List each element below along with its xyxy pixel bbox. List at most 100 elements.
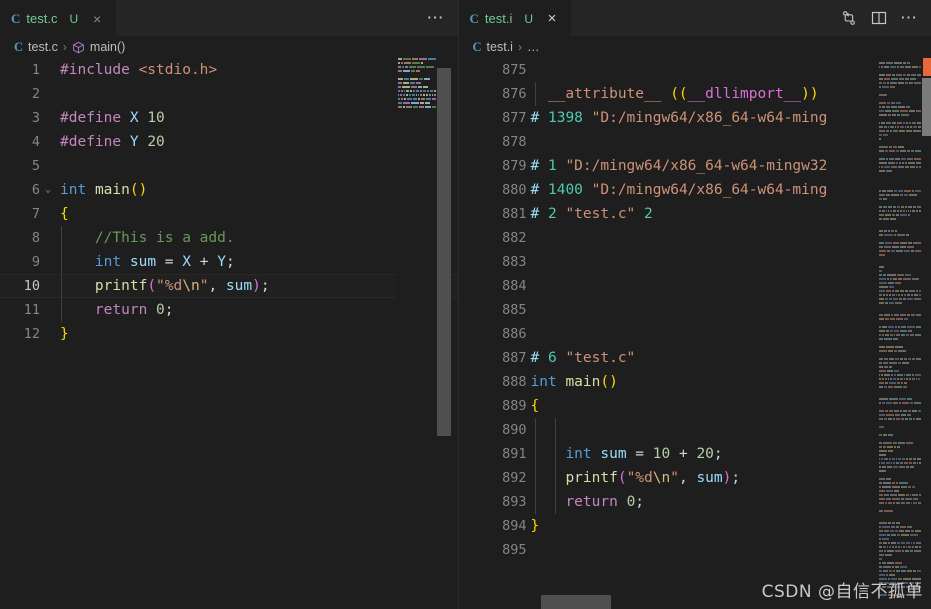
- code-token: sum: [600, 446, 627, 462]
- code-line[interactable]: 880 # 1400 "D:/mingw64/x86_64-w64-ming: [459, 178, 931, 202]
- code-line[interactable]: 884: [459, 274, 931, 298]
- code-line[interactable]: 889{: [459, 394, 931, 418]
- code-token: #include: [60, 62, 139, 78]
- code-token: printf: [94, 278, 148, 294]
- vertical-scrollbar-right[interactable]: [914, 58, 931, 609]
- code-line[interactable]: 891 int sum = 10 + 20;: [459, 442, 931, 466]
- code-token: 0: [156, 302, 165, 318]
- code-line[interactable]: 887 # 6 "test.c": [459, 346, 931, 370]
- line-number: 6: [31, 182, 40, 198]
- close-icon[interactable]: ×: [88, 10, 106, 28]
- tab-test-c[interactable]: C test.c U ×: [0, 0, 118, 36]
- indent-guide: [61, 298, 62, 322]
- code-line[interactable]: 895: [459, 538, 931, 562]
- code-line[interactable]: 875: [459, 58, 931, 82]
- code-line[interactable]: 7{: [0, 202, 458, 226]
- editor-left: 1 #include <stdio.h> 2 3 #define X 10 4 #defin…: [0, 58, 458, 609]
- split-editor-icon[interactable]: [870, 9, 888, 27]
- code-line[interactable]: 881 # 2 "test.c" 2: [459, 202, 931, 226]
- code-line[interactable]: 892 printf("%d\n", sum);: [459, 466, 931, 490]
- minimap-left[interactable]: [396, 58, 436, 609]
- code-token: sum: [225, 278, 253, 294]
- horizontal-scrollbar-right[interactable]: [459, 595, 931, 609]
- code-token: 1: [547, 158, 557, 174]
- code-line[interactable]: 4 #define Y 20: [0, 130, 458, 154]
- code-text: }: [56, 322, 69, 346]
- code-line[interactable]: 3 #define X 10: [0, 106, 458, 130]
- tabbar-actions-left: ⋯: [420, 0, 458, 36]
- tab-label: test.i: [484, 11, 513, 26]
- more-actions-icon[interactable]: ⋯: [900, 9, 918, 27]
- code-line[interactable]: 877 # 1398 "D:/mingw64/x86_64-w64-ming: [459, 106, 931, 130]
- code-line[interactable]: 888 int main(): [459, 370, 931, 394]
- code-token: =: [626, 446, 653, 462]
- code-line[interactable]: 9 int sum = X + Y;: [0, 250, 458, 274]
- code-token: main: [565, 374, 601, 390]
- code-line[interactable]: 2: [0, 82, 458, 106]
- code-token: 10: [652, 446, 671, 462]
- code-text: # 6 "test.c": [527, 346, 636, 370]
- code-text: __attribute__ ((__dllimport__)): [527, 82, 819, 106]
- code-line[interactable]: 10 printf("%d\n", sum);: [0, 274, 458, 299]
- code-content-left[interactable]: 1 #include <stdio.h> 2 3 #define X 10 4 #defin…: [0, 58, 458, 609]
- code-token: "%d: [156, 278, 183, 294]
- code-token: Y: [129, 134, 139, 150]
- code-token: )): [801, 86, 819, 102]
- line-number: 878: [502, 134, 527, 150]
- code-line[interactable]: 8 //This is a add.: [0, 226, 458, 250]
- code-line[interactable]: 5: [0, 154, 458, 178]
- tabbar-left: C test.c U × ⋯: [0, 0, 458, 36]
- symbol-method-icon: [72, 41, 85, 54]
- line-number: 888: [502, 374, 527, 390]
- code-line[interactable]: 883: [459, 250, 931, 274]
- scrollbar-thumb[interactable]: [921, 78, 931, 136]
- scrollbar-thumb[interactable]: [437, 68, 451, 436]
- scrollbar-thumb[interactable]: [540, 595, 611, 609]
- code-token: ): [252, 278, 261, 294]
- code-line[interactable]: 879 # 1 "D:/mingw64/x86_64-w64-mingw32: [459, 154, 931, 178]
- code-token: #: [530, 350, 548, 366]
- code-token: "D:/mingw64/x86_64-w64-ming: [591, 182, 828, 198]
- code-line[interactable]: 12}: [0, 322, 458, 346]
- code-token: 2: [644, 206, 653, 222]
- breadcrumb-symbol[interactable]: main(): [90, 40, 125, 54]
- vertical-scrollbar-left[interactable]: [437, 58, 451, 609]
- code-line[interactable]: 6 ⌄ int main(): [0, 178, 458, 202]
- tab-test-i[interactable]: C test.i U ×: [458, 0, 573, 36]
- code-line[interactable]: 878: [459, 130, 931, 154]
- close-icon[interactable]: ×: [543, 10, 561, 28]
- code-text: printf("%d\n", sum);: [56, 274, 270, 298]
- code-token: #define: [60, 110, 130, 126]
- line-number: 876: [502, 86, 527, 102]
- breadcrumb-file[interactable]: test.c: [28, 40, 58, 54]
- indent-guide: [534, 418, 536, 442]
- code-line[interactable]: 890: [459, 418, 931, 442]
- code-line[interactable]: 894}: [459, 514, 931, 538]
- code-line[interactable]: 886: [459, 322, 931, 346]
- breadcrumb-symbol[interactable]: …: [527, 40, 540, 54]
- more-actions-icon[interactable]: ⋯: [427, 9, 445, 27]
- code-content-right[interactable]: 875 876 __attribute__ ((__dllimport__)) 87…: [459, 58, 931, 609]
- editor-group-right: C test.i U × ⋯ C test.i › … 875 876 __at…: [457, 0, 931, 609]
- source-control-icon[interactable]: [840, 9, 858, 27]
- breadcrumb-file[interactable]: test.i: [487, 40, 513, 54]
- code-token: ;: [635, 494, 645, 510]
- code-line[interactable]: 11 return 0;: [0, 298, 458, 322]
- indent-guide: [534, 82, 536, 106]
- code-line[interactable]: 876 __attribute__ ((__dllimport__)): [459, 82, 931, 106]
- breadcrumb-separator: ›: [62, 40, 67, 54]
- code-line[interactable]: 1 #include <stdio.h>: [0, 58, 458, 82]
- code-line[interactable]: 893 return 0;: [459, 490, 931, 514]
- code-line[interactable]: 882: [459, 226, 931, 250]
- code-text: printf("%d\n", sum);: [527, 466, 740, 490]
- line-number: 1: [31, 62, 40, 78]
- code-line[interactable]: 885: [459, 298, 931, 322]
- code-token: int: [94, 254, 122, 270]
- line-number: 2: [31, 86, 40, 102]
- fold-chevron-icon[interactable]: ⌄: [40, 178, 56, 202]
- code-text: int main(): [56, 178, 147, 202]
- code-token: ;: [225, 254, 235, 270]
